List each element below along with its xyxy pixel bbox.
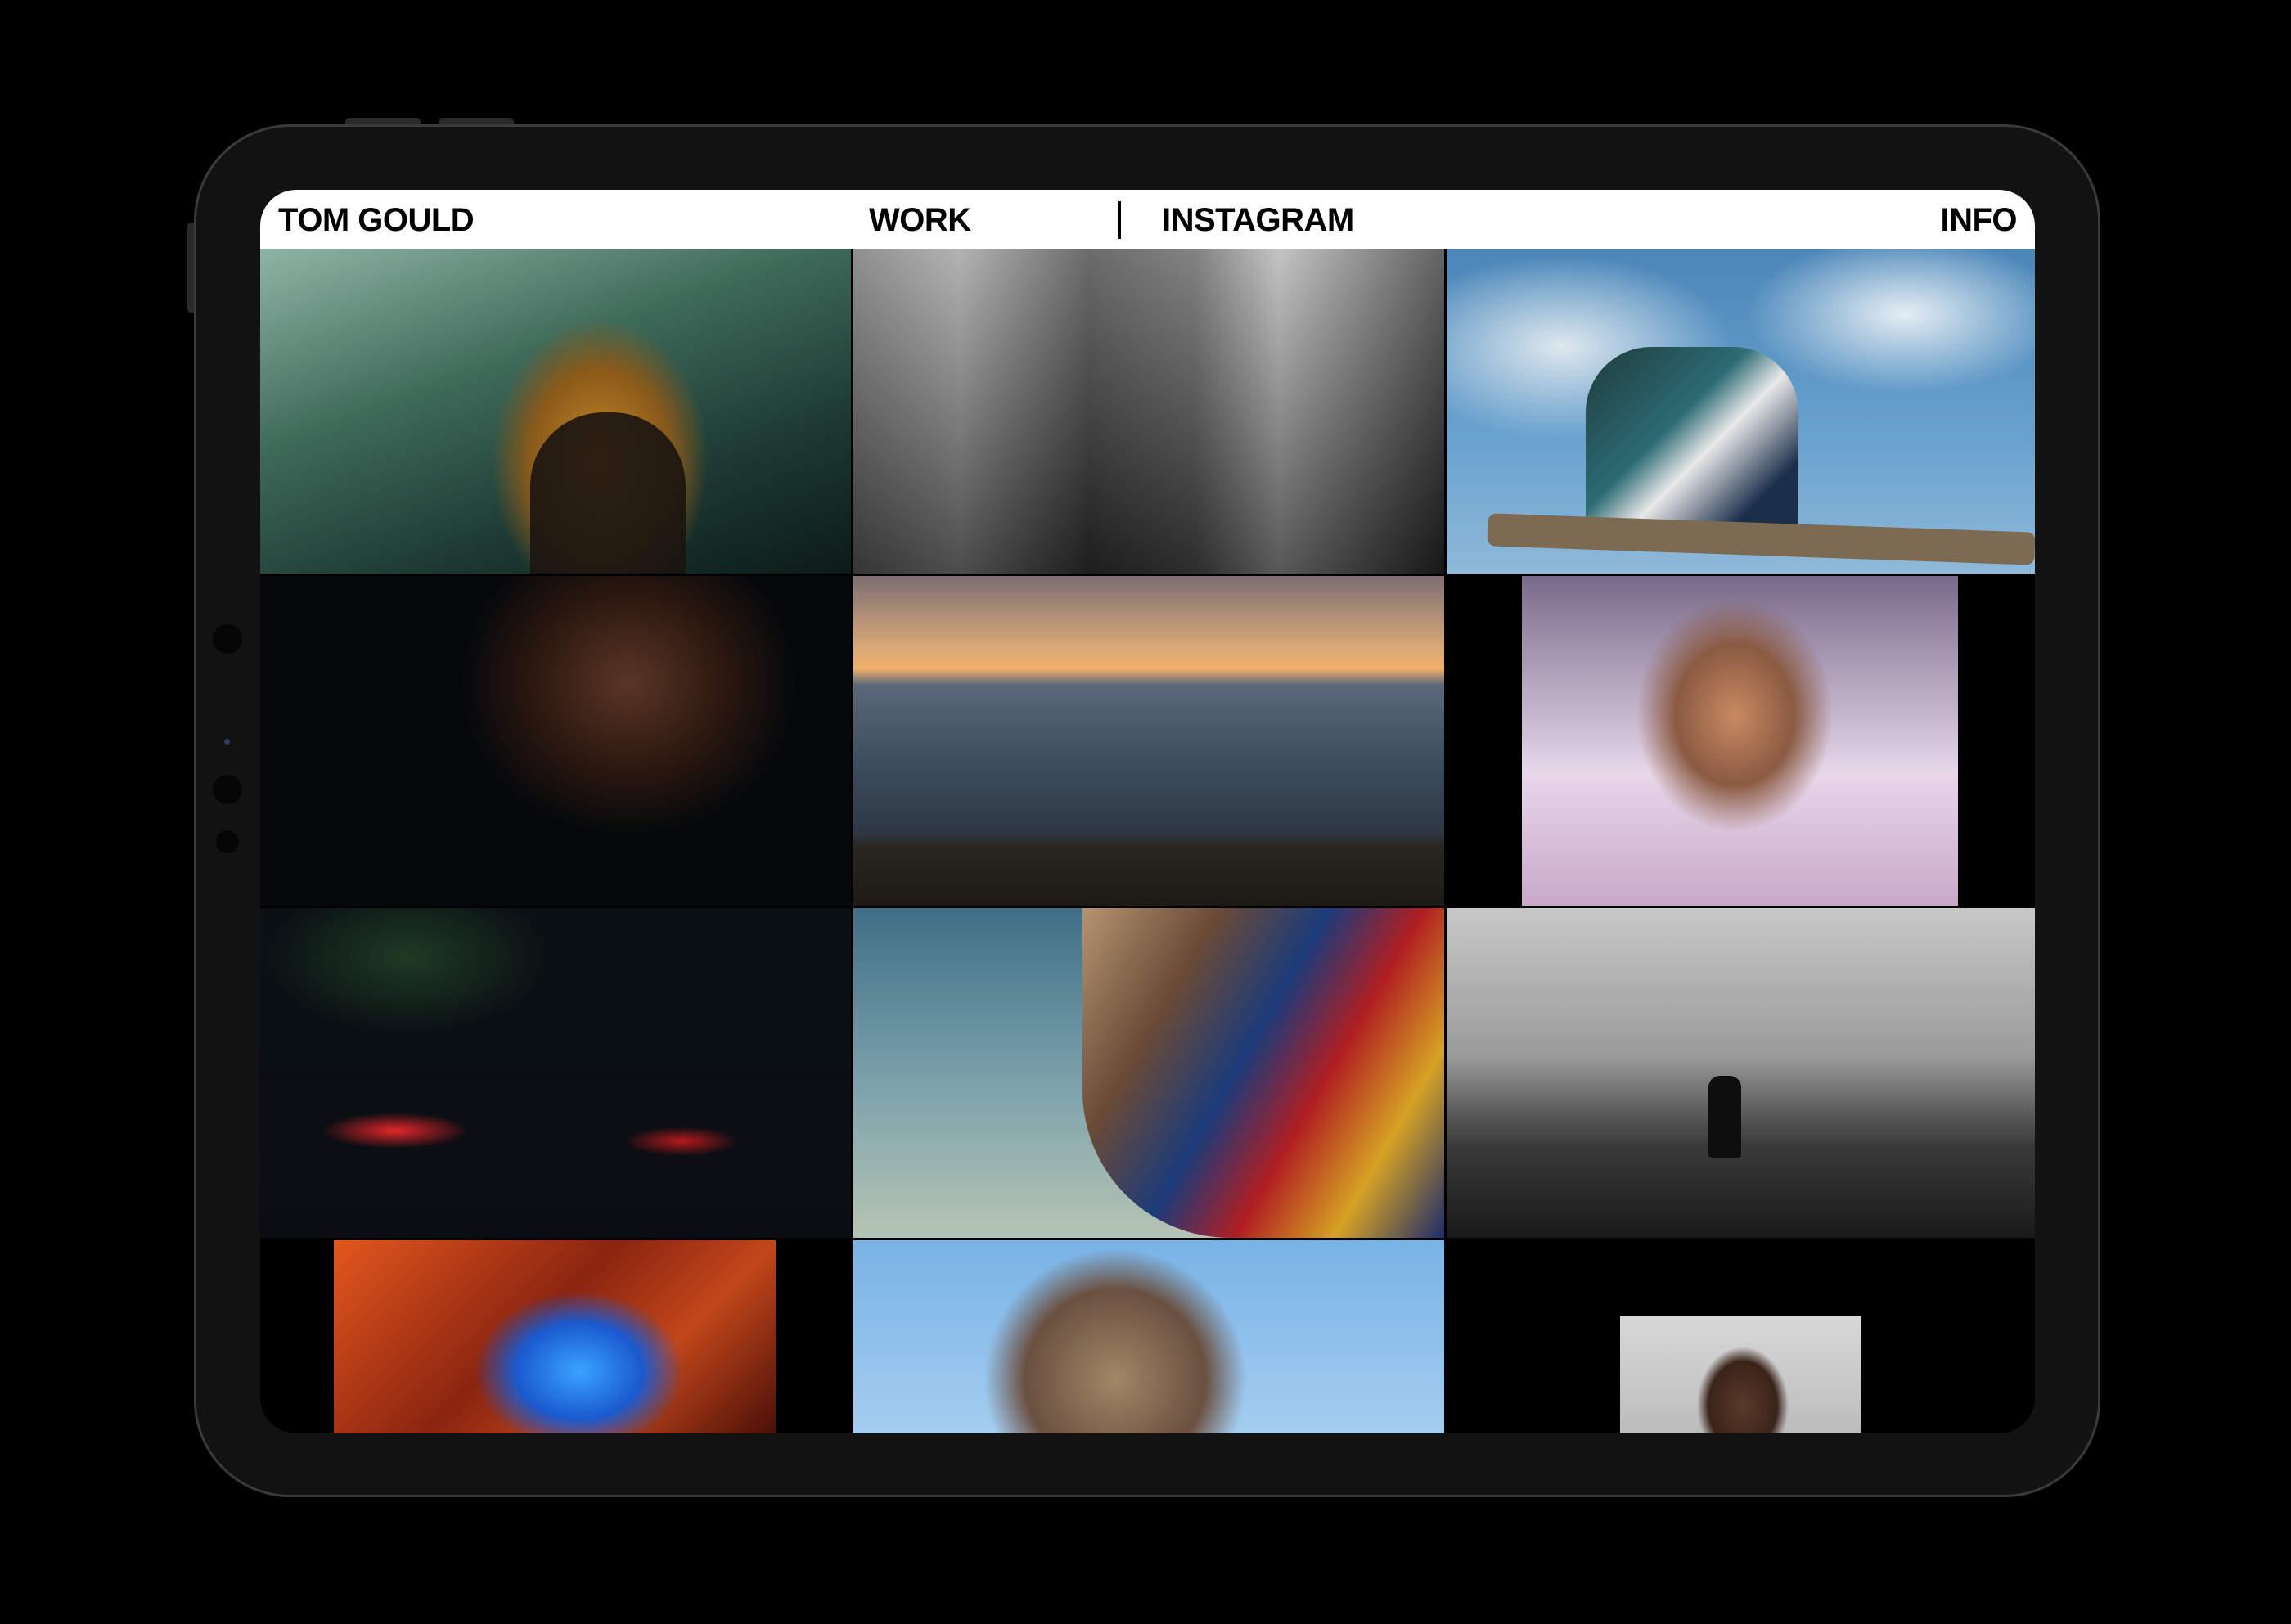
nav-work-link[interactable]: WORK — [869, 202, 971, 238]
work-tile-1[interactable] — [260, 249, 851, 574]
work-tile-7[interactable] — [260, 908, 851, 1238]
work-tile-4[interactable] — [260, 576, 851, 906]
sensor-dot-2 — [224, 739, 230, 745]
browser-screen: TOM GOULD WORK INSTAGRAM INFO — [260, 190, 2035, 1433]
site-title-link[interactable]: TOM GOULD — [278, 202, 475, 238]
work-tile-5[interactable] — [853, 576, 1444, 906]
nav-info-link[interactable]: INFO — [1940, 202, 2017, 238]
sensor-dot-3 — [213, 775, 242, 804]
work-tile-9[interactable] — [1447, 908, 2035, 1238]
work-tile-12[interactable] — [1447, 1240, 2035, 1433]
nav-instagram-link[interactable]: INSTAGRAM — [1162, 202, 1354, 238]
nav-divider — [1118, 201, 1121, 239]
device-button-side — [187, 223, 194, 313]
work-tile-8[interactable] — [853, 908, 1444, 1238]
work-tile-6[interactable] — [1447, 576, 2035, 906]
work-tile-3[interactable] — [1447, 249, 2035, 574]
work-tile-2[interactable] — [853, 249, 1444, 574]
work-grid — [260, 249, 2035, 1433]
work-tile-11[interactable] — [853, 1240, 1444, 1433]
top-nav: TOM GOULD WORK INSTAGRAM INFO — [260, 190, 2035, 249]
work-tile-10[interactable] — [260, 1240, 851, 1433]
sensor-dot-4 — [216, 830, 239, 853]
sensor-dot-1 — [213, 624, 242, 654]
